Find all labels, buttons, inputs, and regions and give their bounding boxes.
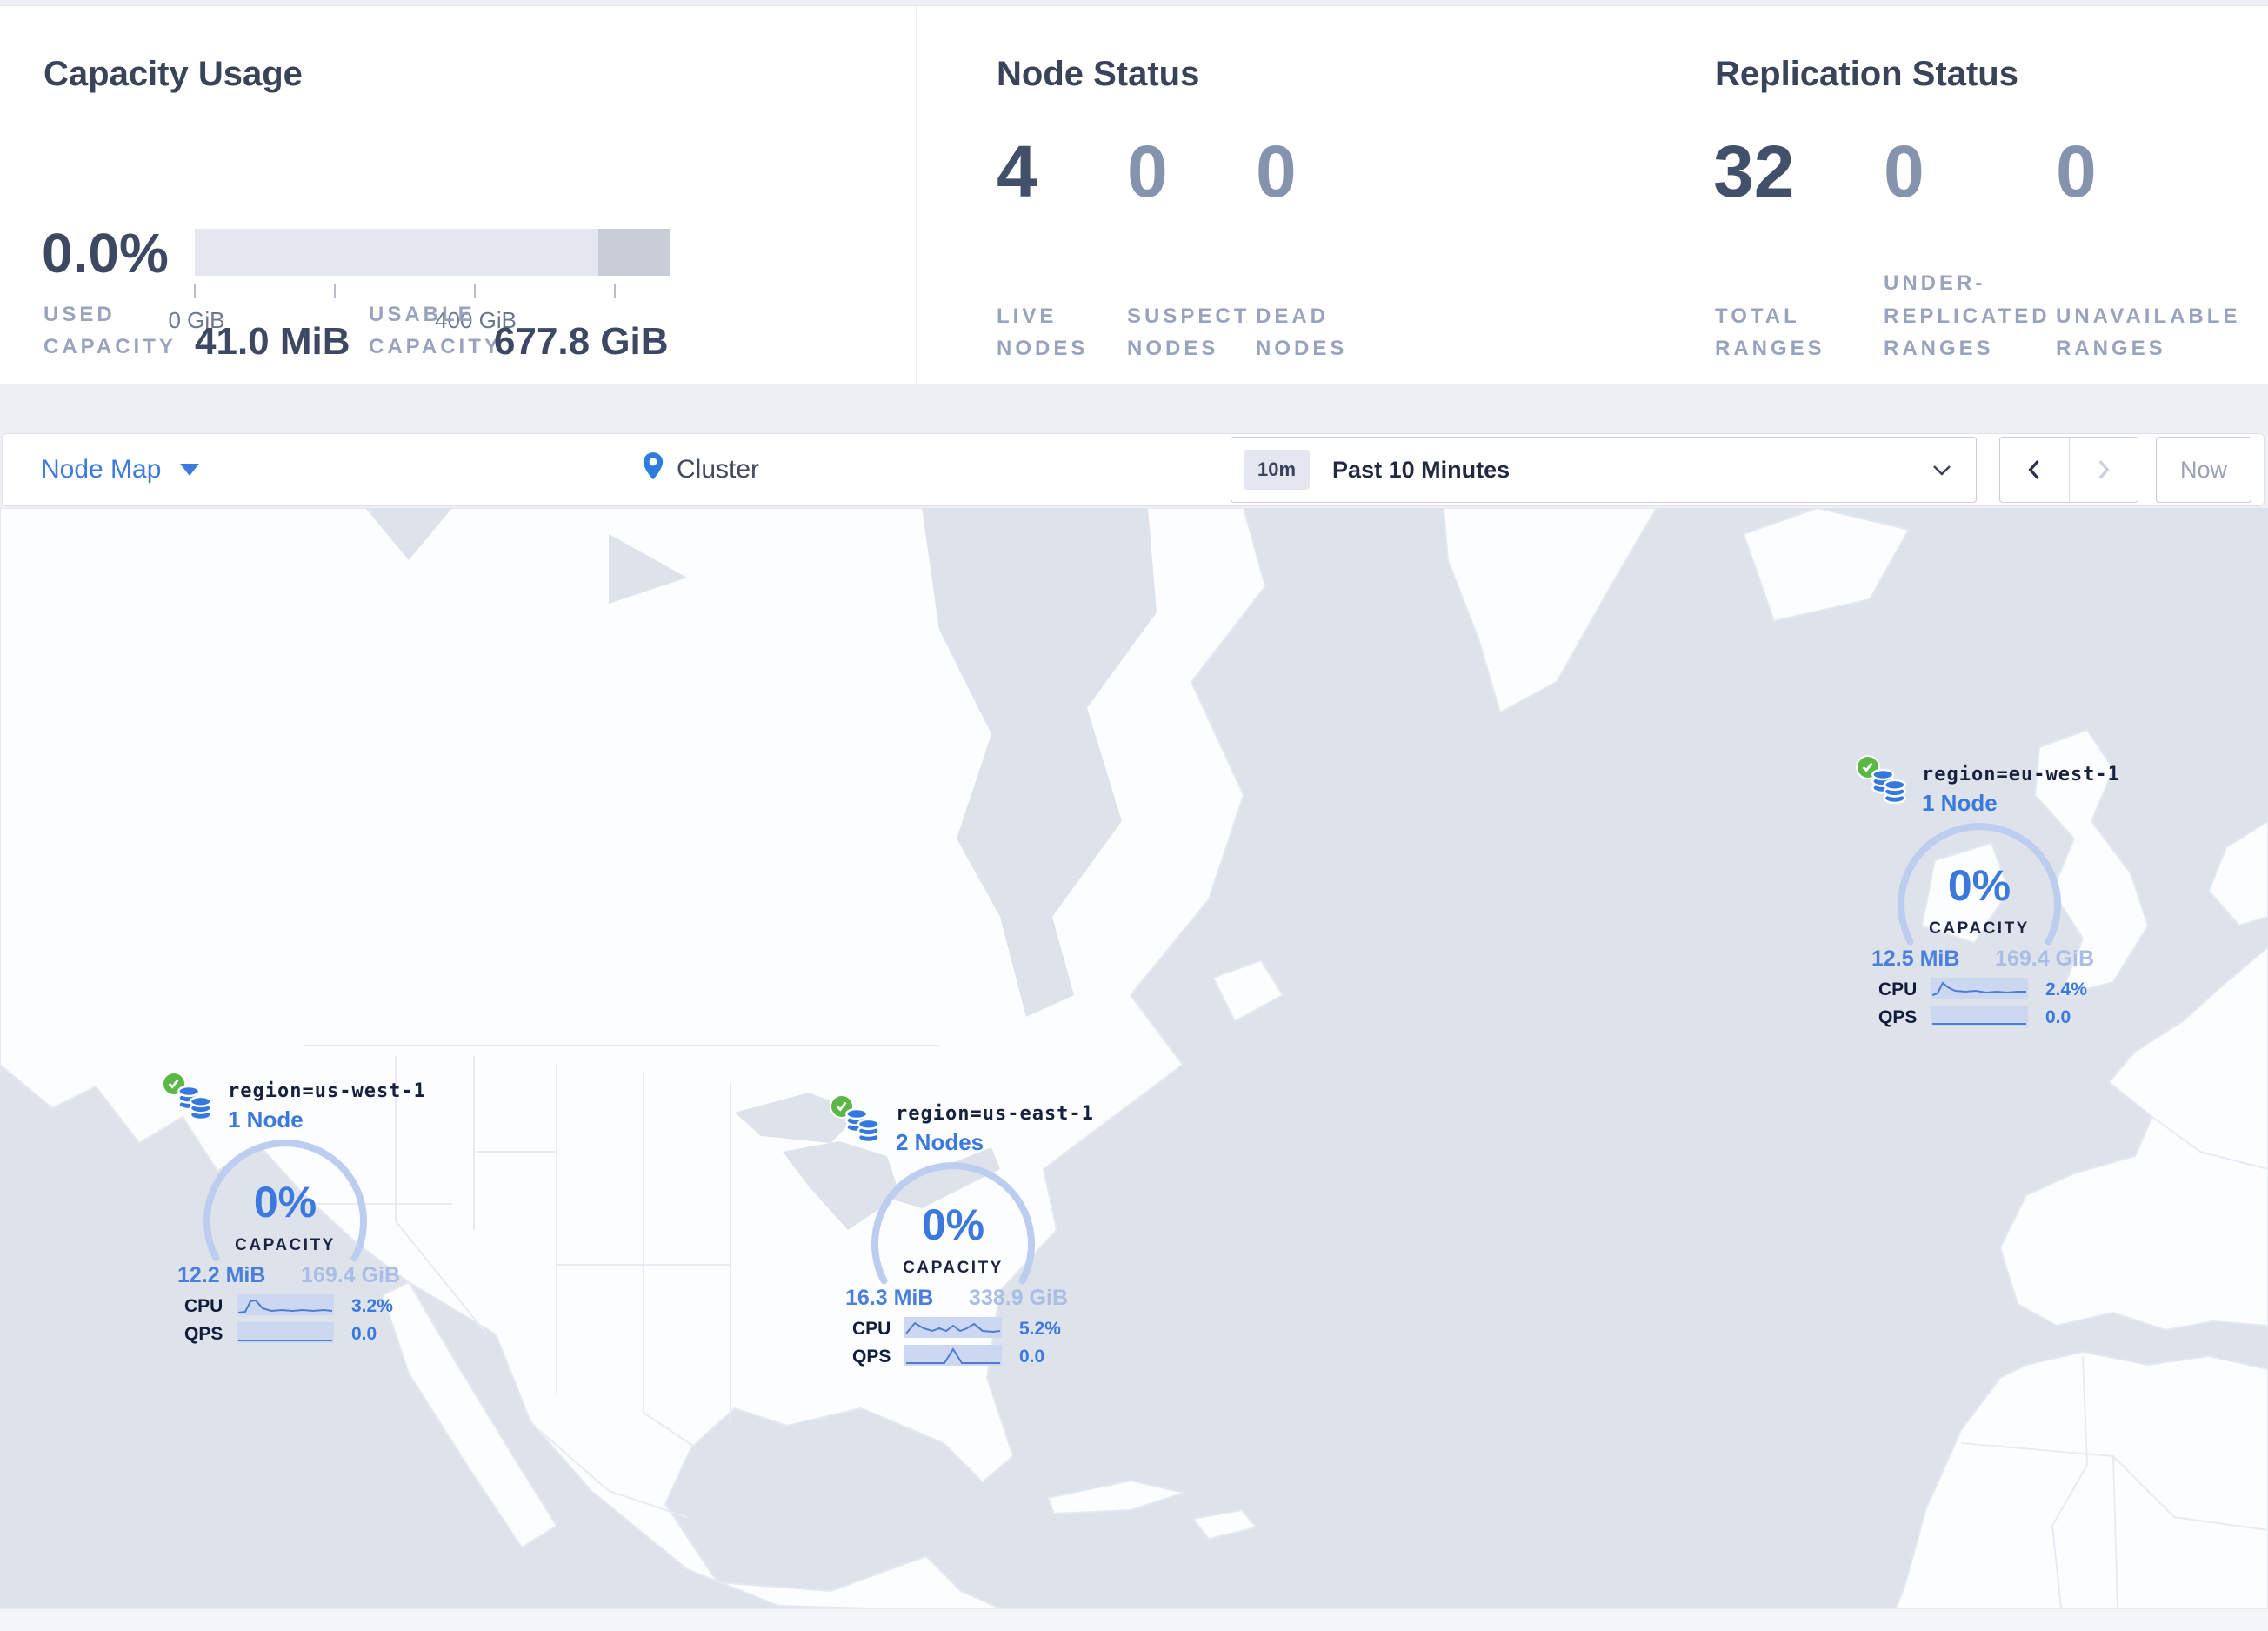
view-selector-dropdown[interactable]: Node Map	[41, 434, 200, 505]
qps-sparkline	[904, 1345, 1002, 1366]
now-button[interactable]: Now	[2156, 437, 2251, 503]
suspect-nodes-label: SUSPECT NODES	[1127, 304, 1251, 360]
capacity-axis-tick	[474, 284, 476, 298]
capacity-gauge-percent: 0%	[921, 1200, 985, 1249]
qps-label: QPS	[184, 1324, 223, 1344]
total-ranges-value: 32	[1713, 130, 1795, 212]
qps-value: 0.0	[1019, 1347, 1045, 1367]
cpu-label: CPU	[184, 1296, 223, 1316]
database-icon	[1870, 765, 1908, 812]
region-marker-us-west-1[interactable]: region=us-west-1 1 Node 0% CAPACITY 12.2…	[155, 1068, 425, 1348]
prev-arrow-icon	[2028, 460, 2039, 479]
cpu-sparkline	[904, 1317, 1002, 1338]
qps-value: 0.0	[351, 1324, 377, 1344]
capacity-axis-tick	[614, 284, 616, 298]
region-node-count[interactable]: 1 Node	[228, 1106, 304, 1133]
database-icon	[176, 1082, 214, 1128]
cpu-label: CPU	[852, 1319, 891, 1339]
live-nodes-value: 4	[997, 130, 1037, 212]
time-range-selector[interactable]: 10m Past 10 Minutes	[1231, 437, 1977, 503]
chevron-down-icon	[1932, 465, 1951, 481]
region-used-capacity: 12.2 MiB	[177, 1263, 266, 1287]
dead-nodes-label: DEAD NODES	[1256, 304, 1348, 360]
capacity-usage-title: Capacity Usage	[43, 55, 303, 93]
suspect-nodes-value: 0	[1127, 130, 1168, 212]
capacity-gauge-label: CAPACITY	[1929, 919, 2030, 938]
now-button-label: Now	[2179, 456, 2227, 483]
breadcrumb[interactable]: Cluster	[642, 434, 759, 505]
capacity-axis-tick	[334, 284, 336, 298]
region-used-capacity: 16.3 MiB	[845, 1286, 934, 1310]
node-map	[0, 508, 2268, 1608]
region-marker-us-east-1[interactable]: region=us-east-1 2 Nodes 0% CAPACITY 16.…	[823, 1091, 1093, 1371]
used-capacity-value: 41.0 MiB	[195, 320, 350, 363]
capacity-used-percent: 0.0%	[42, 222, 169, 284]
map-footer-strip	[0, 1608, 2268, 1631]
unavailable-ranges-value: 0	[2056, 130, 2097, 212]
under-replicated-ranges-label: UNDER-REPLICATED RANGES	[1884, 271, 2051, 360]
qps-label: QPS	[1878, 1007, 1918, 1027]
unavailable-ranges-label: UNAVAILABLE RANGES	[2056, 304, 2241, 360]
cpu-sparkline	[237, 1294, 334, 1315]
breadcrumb-label: Cluster	[677, 455, 760, 484]
usable-capacity-value: 677.8 GiB	[494, 320, 669, 363]
cpu-value: 5.2%	[1019, 1319, 1061, 1339]
used-capacity-label: USED CAPACITY	[43, 303, 177, 359]
cpu-sparkline	[1931, 978, 2028, 999]
world-map	[0, 508, 2268, 1608]
prev-time-button[interactable]	[2000, 438, 2070, 502]
database-icon	[844, 1105, 882, 1151]
time-window-badge: 10m	[1244, 450, 1311, 490]
region-node-count[interactable]: 2 Nodes	[896, 1129, 984, 1156]
under-replicated-ranges-value: 0	[1884, 130, 1924, 212]
dead-nodes-value: 0	[1256, 130, 1297, 212]
capacity-bar	[195, 229, 670, 276]
capacity-gauge-percent: 0%	[253, 1178, 317, 1227]
capacity-gauge-percent: 0%	[1947, 861, 2011, 910]
time-window-label: Past 10 Minutes	[1332, 456, 1511, 483]
region-total-capacity: 169.4 GiB	[1995, 946, 2094, 971]
cluster-summary-bar: Capacity Usage 0.0% 0 GiB 400 GiB USED C…	[0, 5, 2268, 384]
qps-sparkline	[237, 1322, 334, 1343]
view-selector-label: Node Map	[41, 455, 162, 484]
region-total-capacity: 338.9 GiB	[969, 1286, 1068, 1310]
node-map-page: Capacity Usage 0.0% 0 GiB 400 GiB USED C…	[0, 0, 2268, 1631]
qps-value: 0.0	[2045, 1007, 2071, 1027]
time-pager	[1999, 437, 2138, 503]
next-time-button[interactable]	[2070, 438, 2138, 502]
region-name[interactable]: region=us-west-1	[228, 1080, 426, 1103]
replication-status-title: Replication Status	[1715, 55, 2018, 93]
node-status-title: Node Status	[997, 55, 1200, 93]
region-marker-eu-west-1[interactable]: region=eu-west-1 1 Node 0% CAPACITY 12.5…	[1849, 752, 2119, 1032]
map-toolbar: Node Map Cluster 10m Past 10 Minutes Now	[2, 433, 2265, 506]
cpu-value: 2.4%	[2045, 979, 2087, 999]
qps-label: QPS	[852, 1347, 891, 1367]
live-nodes-label: LIVE NODES	[997, 304, 1089, 360]
cpu-label: CPU	[1878, 979, 1918, 999]
qps-sparkline	[1931, 1006, 2028, 1026]
region-used-capacity: 12.5 MiB	[1871, 946, 1960, 971]
panel-divider	[916, 6, 917, 384]
region-name[interactable]: region=eu-west-1	[1922, 764, 2120, 786]
region-name[interactable]: region=us-east-1	[896, 1103, 1094, 1126]
capacity-axis-tick	[194, 284, 196, 298]
map-pin-icon	[642, 451, 664, 488]
next-arrow-icon	[2098, 460, 2110, 479]
capacity-gauge-label: CAPACITY	[903, 1259, 1004, 1277]
region-total-capacity: 169.4 GiB	[301, 1263, 400, 1287]
capacity-gauge-label: CAPACITY	[235, 1236, 336, 1254]
total-ranges-label: TOTAL RANGES	[1715, 304, 1825, 360]
cpu-value: 3.2%	[351, 1296, 393, 1316]
caret-down-icon	[180, 464, 200, 476]
region-node-count[interactable]: 1 Node	[1922, 790, 1998, 817]
usable-capacity-label: USABLE CAPACITY	[369, 303, 502, 359]
capacity-bar-reserved-segment	[598, 229, 670, 276]
